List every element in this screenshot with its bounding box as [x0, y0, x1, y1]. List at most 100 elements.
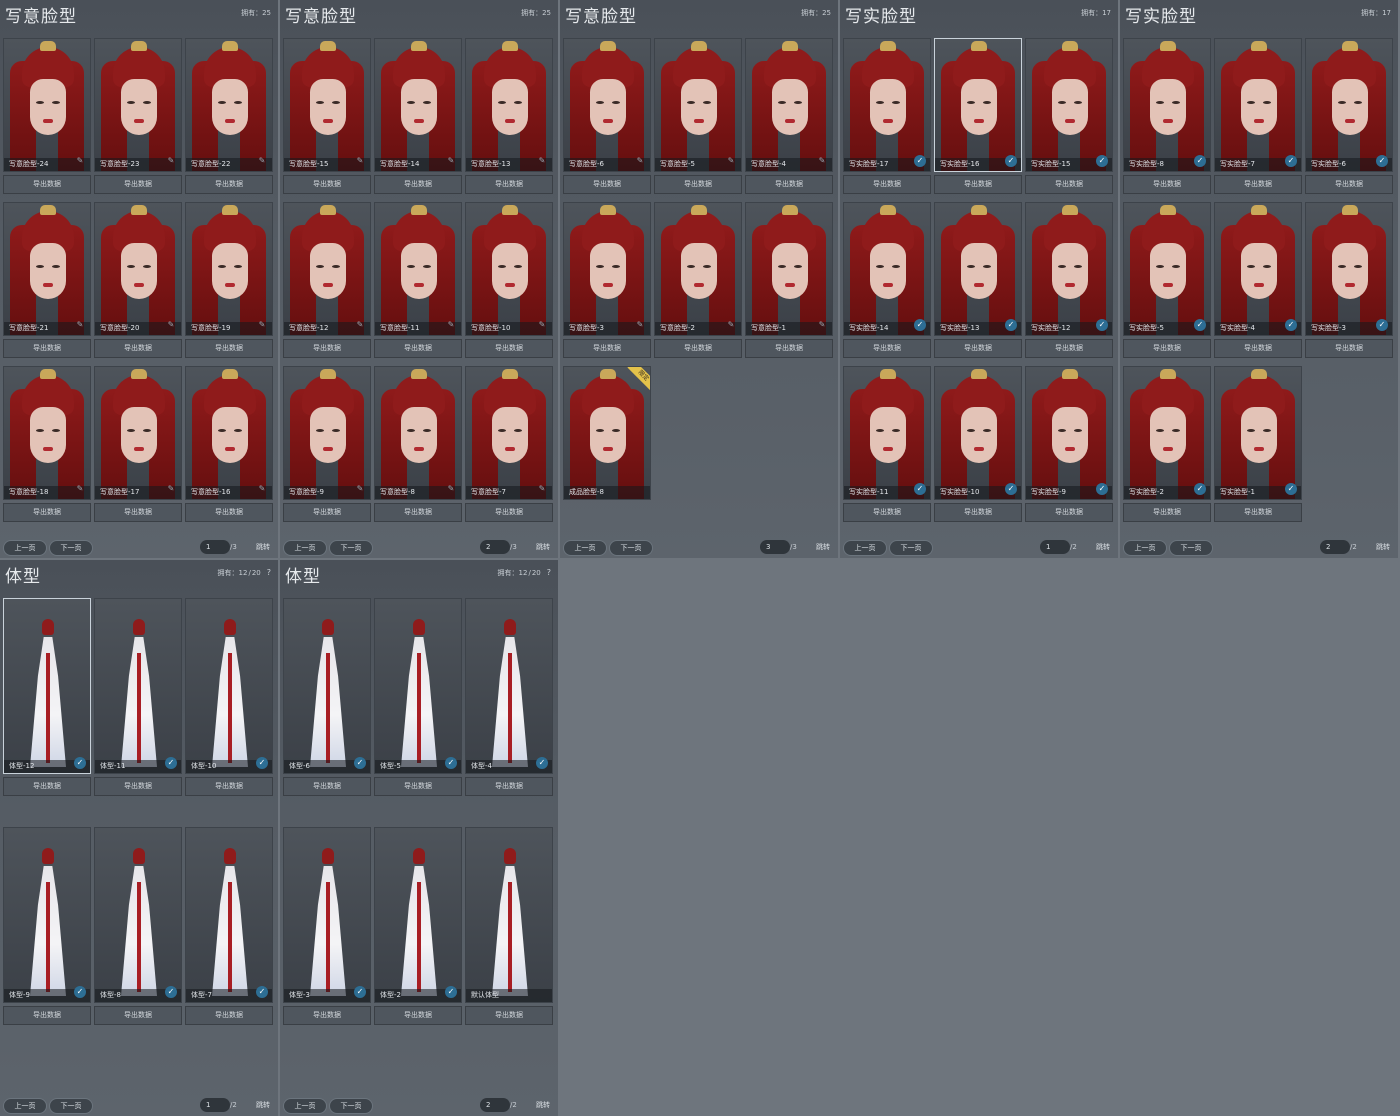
export-data-button[interactable]: 导出数据	[1305, 339, 1393, 358]
prev-page-button[interactable]: 上一页	[3, 540, 47, 556]
export-data-button[interactable]: 导出数据	[3, 777, 91, 796]
export-data-button[interactable]: 导出数据	[374, 339, 462, 358]
export-data-button[interactable]: 导出数据	[745, 339, 833, 358]
export-data-button[interactable]: 导出数据	[3, 1006, 91, 1025]
export-data-button[interactable]: 导出数据	[1025, 339, 1113, 358]
body-thumbnail[interactable]: 体型-10 ✓	[185, 598, 273, 774]
face-thumbnail[interactable]: 写实脸型-16 ✓	[934, 38, 1022, 172]
export-data-button[interactable]: 导出数据	[843, 175, 931, 194]
page-number-input[interactable]: 2	[480, 540, 510, 554]
face-thumbnail[interactable]: 写意脸型-22 ✎	[185, 38, 273, 172]
export-data-button[interactable]: 导出数据	[465, 503, 553, 522]
export-data-button[interactable]: 导出数据	[654, 339, 742, 358]
export-data-button[interactable]: 导出数据	[3, 339, 91, 358]
jump-button[interactable]: 跳转	[1096, 540, 1110, 554]
export-data-button[interactable]: 导出数据	[843, 339, 931, 358]
face-thumbnail[interactable]: 写实脸型-13 ✓	[934, 202, 1022, 336]
export-data-button[interactable]: 导出数据	[94, 503, 182, 522]
body-thumbnail[interactable]: 体型-11 ✓	[94, 598, 182, 774]
page-number-input[interactable]: 2	[480, 1098, 510, 1112]
jump-button[interactable]: 跳转	[536, 540, 550, 554]
body-thumbnail[interactable]: 体型-3 ✓	[283, 827, 371, 1003]
face-thumbnail[interactable]: 写实脸型-6 ✓	[1305, 38, 1393, 172]
face-thumbnail[interactable]: 写实脸型-2 ✓	[1123, 366, 1211, 500]
export-data-button[interactable]: 导出数据	[185, 1006, 273, 1025]
export-data-button[interactable]: 导出数据	[283, 503, 371, 522]
next-page-button[interactable]: 下一页	[49, 540, 93, 556]
export-data-button[interactable]: 导出数据	[1305, 175, 1393, 194]
face-thumbnail[interactable]: 写意脸型-14 ✎	[374, 38, 462, 172]
body-thumbnail[interactable]: 体型-12 ✓	[3, 598, 91, 774]
body-thumbnail[interactable]: 体型-4 ✓	[465, 598, 553, 774]
face-thumbnail[interactable]: 写实脸型-15 ✓	[1025, 38, 1113, 172]
face-thumbnail[interactable]: 写实脸型-17 ✓	[843, 38, 931, 172]
body-thumbnail[interactable]: 体型-5 ✓	[374, 598, 462, 774]
body-thumbnail[interactable]: 体型-2 ✓	[374, 827, 462, 1003]
next-page-button[interactable]: 下一页	[329, 540, 373, 556]
face-thumbnail[interactable]: 写实脸型-8 ✓	[1123, 38, 1211, 172]
page-number-input[interactable]: 1	[200, 1098, 230, 1112]
face-thumbnail[interactable]: 限定 成品脸型-8	[563, 366, 651, 500]
face-thumbnail[interactable]: 写实脸型-9 ✓	[1025, 366, 1113, 500]
next-page-button[interactable]: 下一页	[329, 1098, 373, 1114]
export-data-button[interactable]: 导出数据	[1214, 503, 1302, 522]
export-data-button[interactable]: 导出数据	[185, 339, 273, 358]
jump-button[interactable]: 跳转	[816, 540, 830, 554]
export-data-button[interactable]: 导出数据	[3, 175, 91, 194]
face-thumbnail[interactable]: 写意脸型-16 ✎	[185, 366, 273, 500]
export-data-button[interactable]: 导出数据	[934, 175, 1022, 194]
face-thumbnail[interactable]: 写实脸型-11 ✓	[843, 366, 931, 500]
face-thumbnail[interactable]: 写实脸型-7 ✓	[1214, 38, 1302, 172]
body-thumbnail[interactable]: 体型-8 ✓	[94, 827, 182, 1003]
export-data-button[interactable]: 导出数据	[185, 503, 273, 522]
jump-button[interactable]: 跳转	[1376, 540, 1390, 554]
export-data-button[interactable]: 导出数据	[843, 503, 931, 522]
prev-page-button[interactable]: 上一页	[283, 540, 327, 556]
face-thumbnail[interactable]: 写意脸型-4 ✎	[745, 38, 833, 172]
help-icon[interactable]: ?	[267, 568, 271, 577]
face-thumbnail[interactable]: 写意脸型-21 ✎	[3, 202, 91, 336]
export-data-button[interactable]: 导出数据	[654, 175, 742, 194]
jump-button[interactable]: 跳转	[256, 1098, 270, 1112]
body-thumbnail[interactable]: 体型-6 ✓	[283, 598, 371, 774]
next-page-button[interactable]: 下一页	[49, 1098, 93, 1114]
face-thumbnail[interactable]: 写意脸型-5 ✎	[654, 38, 742, 172]
export-data-button[interactable]: 导出数据	[283, 777, 371, 796]
face-thumbnail[interactable]: 写意脸型-24 ✎	[3, 38, 91, 172]
export-data-button[interactable]: 导出数据	[1123, 339, 1211, 358]
face-thumbnail[interactable]: 写意脸型-9 ✎	[283, 366, 371, 500]
face-thumbnail[interactable]: 写实脸型-12 ✓	[1025, 202, 1113, 336]
export-data-button[interactable]: 导出数据	[1214, 339, 1302, 358]
export-data-button[interactable]: 导出数据	[465, 777, 553, 796]
export-data-button[interactable]: 导出数据	[94, 175, 182, 194]
body-thumbnail[interactable]: 体型-7 ✓	[185, 827, 273, 1003]
face-thumbnail[interactable]: 写意脸型-12 ✎	[283, 202, 371, 336]
export-data-button[interactable]: 导出数据	[563, 175, 651, 194]
export-data-button[interactable]: 导出数据	[185, 777, 273, 796]
face-thumbnail[interactable]: 写实脸型-5 ✓	[1123, 202, 1211, 336]
export-data-button[interactable]: 导出数据	[1123, 175, 1211, 194]
export-data-button[interactable]: 导出数据	[465, 175, 553, 194]
face-thumbnail[interactable]: 写意脸型-19 ✎	[185, 202, 273, 336]
face-thumbnail[interactable]: 写实脸型-4 ✓	[1214, 202, 1302, 336]
jump-button[interactable]: 跳转	[536, 1098, 550, 1112]
export-data-button[interactable]: 导出数据	[374, 777, 462, 796]
export-data-button[interactable]: 导出数据	[283, 339, 371, 358]
face-thumbnail[interactable]: 写意脸型-1 ✎	[745, 202, 833, 336]
face-thumbnail[interactable]: 写实脸型-10 ✓	[934, 366, 1022, 500]
prev-page-button[interactable]: 上一页	[3, 1098, 47, 1114]
face-thumbnail[interactable]: 写意脸型-15 ✎	[283, 38, 371, 172]
face-thumbnail[interactable]: 写意脸型-3 ✎	[563, 202, 651, 336]
export-data-button[interactable]: 导出数据	[934, 503, 1022, 522]
page-number-input[interactable]: 3	[760, 540, 790, 554]
face-thumbnail[interactable]: 写意脸型-13 ✎	[465, 38, 553, 172]
export-data-button[interactable]: 导出数据	[465, 1006, 553, 1025]
face-thumbnail[interactable]: 写意脸型-2 ✎	[654, 202, 742, 336]
prev-page-button[interactable]: 上一页	[843, 540, 887, 556]
export-data-button[interactable]: 导出数据	[934, 339, 1022, 358]
export-data-button[interactable]: 导出数据	[94, 339, 182, 358]
export-data-button[interactable]: 导出数据	[94, 1006, 182, 1025]
face-thumbnail[interactable]: 写意脸型-23 ✎	[94, 38, 182, 172]
prev-page-button[interactable]: 上一页	[563, 540, 607, 556]
face-thumbnail[interactable]: 写意脸型-8 ✎	[374, 366, 462, 500]
